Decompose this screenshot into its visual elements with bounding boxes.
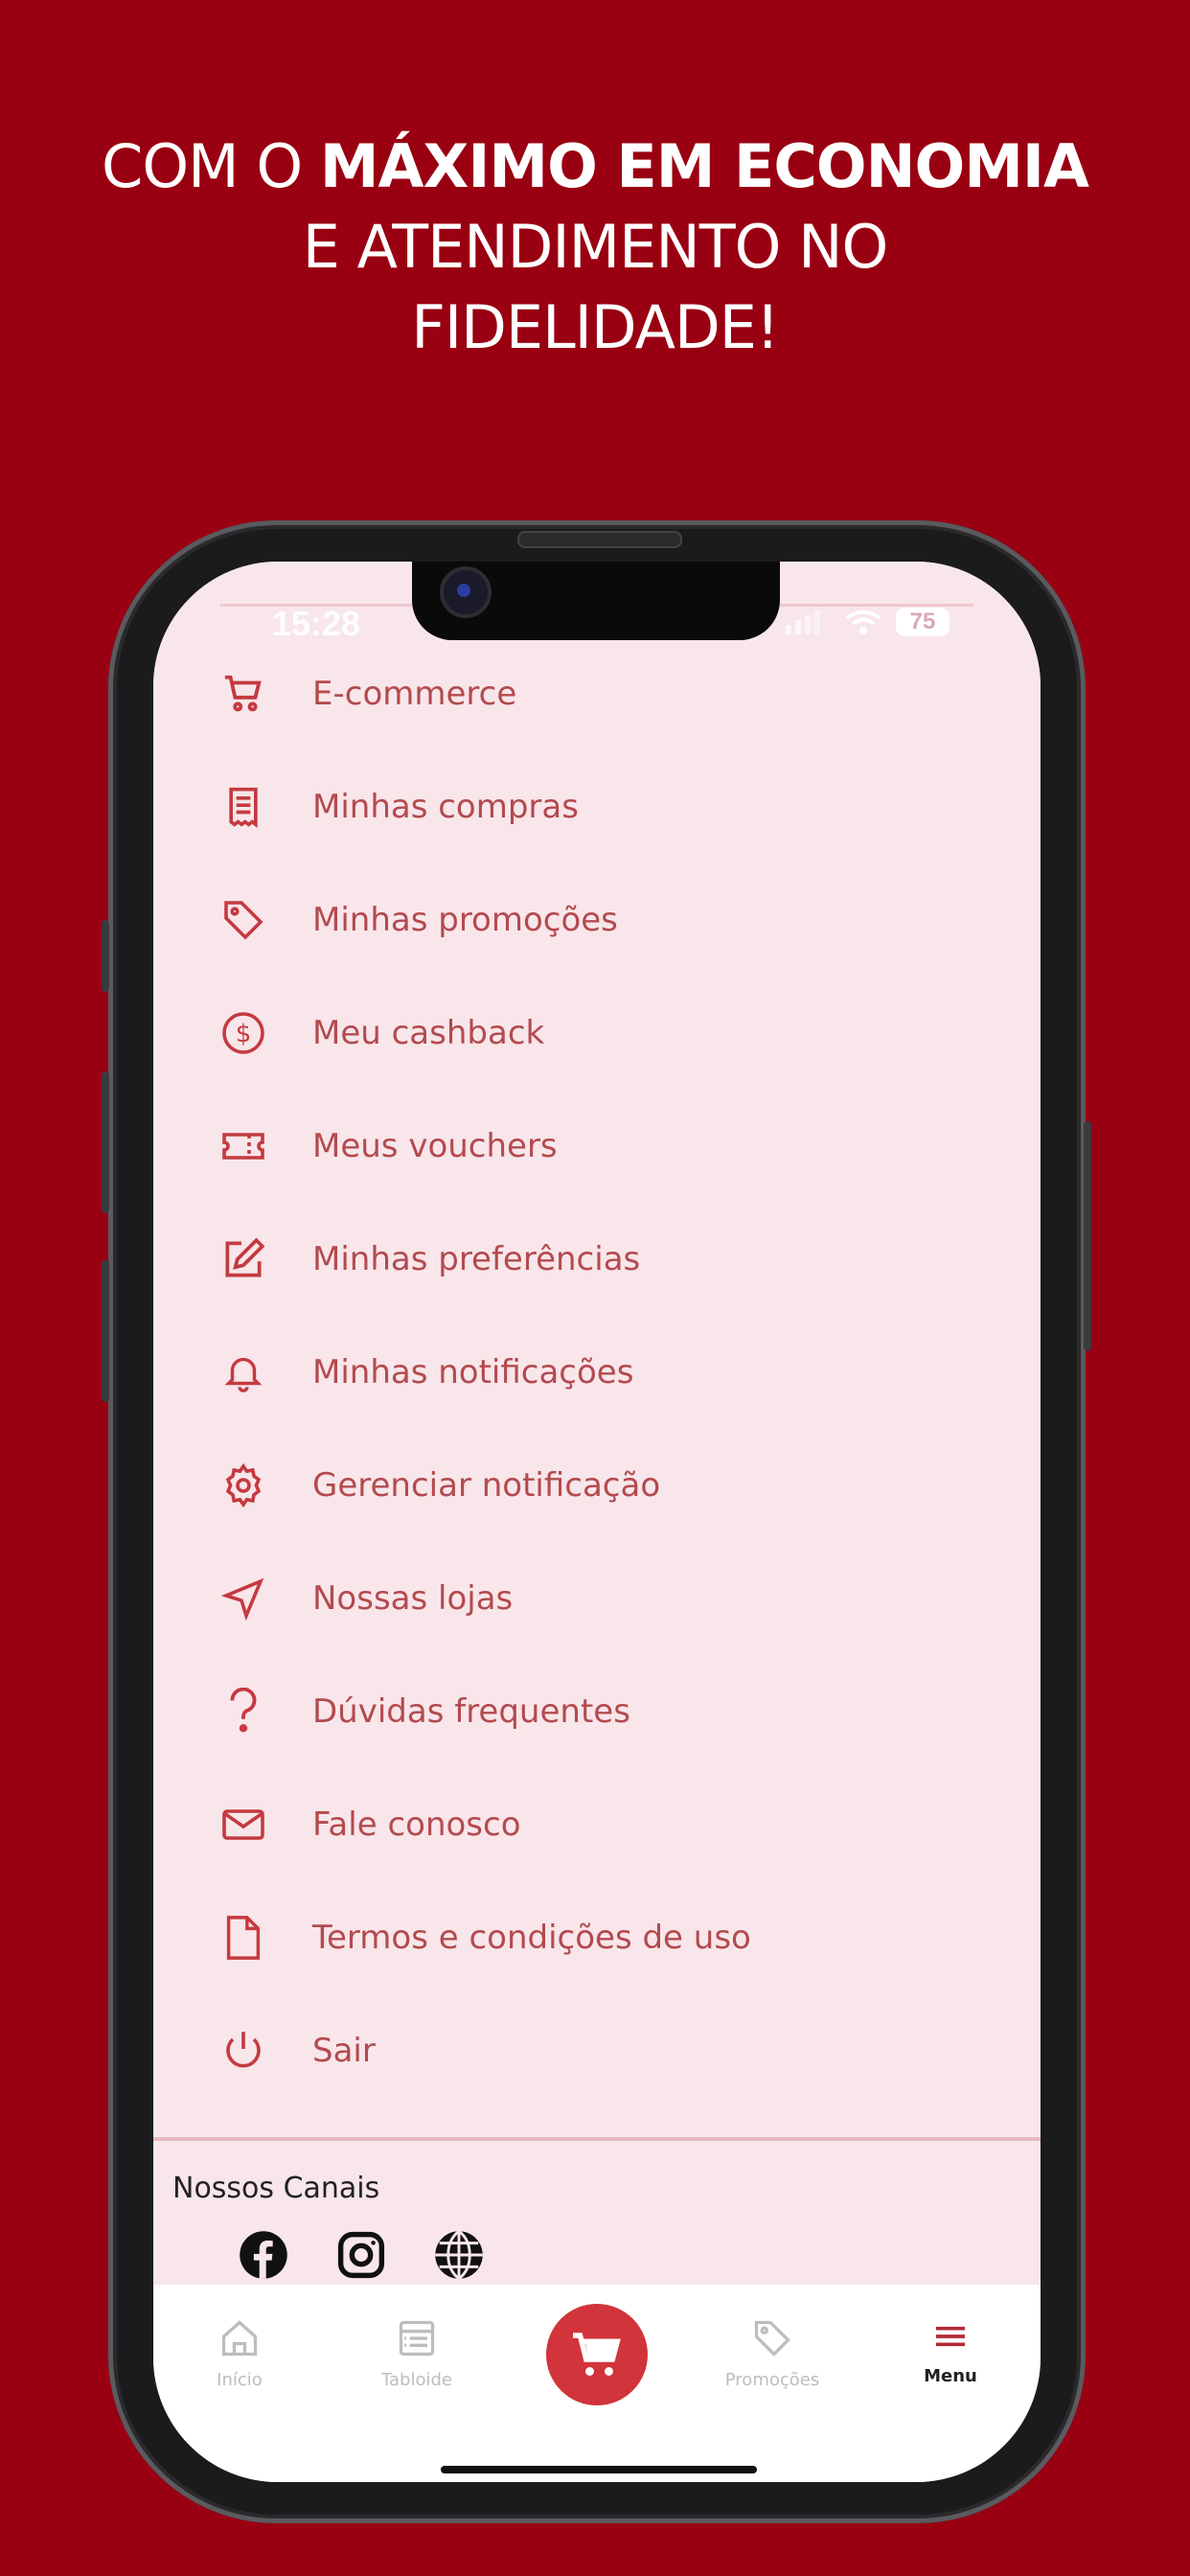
- menu-item-label: Dúvidas frequentes: [312, 1692, 630, 1731]
- menu-item-meus-vouchers[interactable]: Meus vouchers: [153, 1090, 1041, 1203]
- tag-icon: [218, 895, 268, 945]
- channels-title: Nossos Canais: [172, 2172, 380, 2205]
- menu-item-label: Fale conosco: [312, 1806, 521, 1844]
- phone-volume-up: [102, 1071, 109, 1213]
- menu-item-label: Minhas promoções: [312, 901, 618, 939]
- phone-volume-down: [102, 1260, 109, 1402]
- edit-icon: [218, 1234, 268, 1284]
- cart-fab-button[interactable]: [546, 2304, 648, 2405]
- headline-line1-normal: COM O: [102, 131, 320, 201]
- question-icon: [218, 1687, 268, 1736]
- headline-line1-bold: MÁXIMO EM ECONOMIA: [319, 131, 1089, 201]
- menu-item-label: Meus vouchers: [312, 1127, 558, 1165]
- menu-item-label: Sair: [312, 2032, 376, 2070]
- bell-icon: [218, 1347, 268, 1397]
- cart-icon: [218, 669, 268, 719]
- menu-item-minhas-promocoes[interactable]: Minhas promoções: [153, 863, 1041, 977]
- headline-line2: E ATENDIMENTO NO: [302, 212, 889, 282]
- ticket-icon: [218, 1121, 268, 1171]
- newspaper-icon: [399, 2320, 435, 2357]
- menu-item-label: Meu cashback: [312, 1014, 545, 1052]
- phone-power-button: [1084, 1121, 1091, 1351]
- svg-text:$: $: [236, 1020, 252, 1048]
- menu-item-duvidas-frequentes[interactable]: Dúvidas frequentes: [153, 1655, 1041, 1768]
- nav-item-promocoes[interactable]: Promoções: [696, 2317, 849, 2390]
- navigation-icon: [218, 1574, 268, 1623]
- promo-headline: COM O MÁXIMO EM ECONOMIA E ATENDIMENTO N…: [0, 126, 1190, 368]
- menu-item-label: Nossas lojas: [312, 1579, 514, 1618]
- menu-item-label: Minhas notificações: [312, 1353, 634, 1392]
- menu-item-minhas-preferencias[interactable]: Minhas preferências: [153, 1203, 1041, 1316]
- nav-item-tabloide[interactable]: Tabloide: [340, 2317, 493, 2390]
- menu-item-fale-conosco[interactable]: Fale conosco: [153, 1768, 1041, 1881]
- power-icon: [218, 2026, 268, 2076]
- tag-icon: [754, 2320, 790, 2357]
- gear-icon: [218, 1460, 268, 1510]
- facebook-icon[interactable]: [238, 2229, 289, 2281]
- phone-silent-switch: [102, 920, 109, 992]
- menu-item-minhas-notificacoes[interactable]: Minhas notificações: [153, 1316, 1041, 1429]
- menu-item-nossas-lojas[interactable]: Nossas lojas: [153, 1542, 1041, 1655]
- receipt-icon: [218, 782, 268, 832]
- home-icon: [221, 2320, 258, 2357]
- menu-item-label: E-commerce: [312, 675, 517, 713]
- channels-divider: [153, 2137, 1041, 2141]
- menu-item-label: Gerenciar notificação: [312, 1466, 661, 1505]
- bottom-navigation: Início Tabloide Promoções Menu: [153, 2285, 1041, 2482]
- dollar-circle-icon: $: [218, 1008, 268, 1058]
- menu-screen: 15:28 75 E-commerce Minhas compras Minha…: [153, 562, 1041, 2285]
- nav-label: Tabloide: [381, 2370, 452, 2390]
- menu-item-sair[interactable]: Sair: [153, 1994, 1041, 2107]
- globe-icon[interactable]: [433, 2229, 485, 2281]
- menu-item-meu-cashback[interactable]: $ Meu cashback: [153, 977, 1041, 1090]
- battery-indicator: 75: [896, 608, 950, 636]
- menu-item-label: Termos e condições de uso: [312, 1919, 751, 1957]
- menu-item-gerenciar-notificacao[interactable]: Gerenciar notificação: [153, 1429, 1041, 1542]
- nav-item-menu[interactable]: Menu: [874, 2317, 1027, 2386]
- nav-item-inicio[interactable]: Início: [163, 2317, 316, 2390]
- nav-label: Menu: [924, 2366, 977, 2386]
- wifi-icon: [845, 610, 881, 634]
- phone-screen: 15:28 75 E-commerce Minhas compras Minha…: [153, 562, 1041, 2482]
- hamburger-icon: [936, 2326, 965, 2347]
- headline-line3: FIDELIDADE!: [411, 292, 780, 362]
- nav-label: Promoções: [724, 2370, 820, 2390]
- menu-item-label: Minhas preferências: [312, 1240, 641, 1278]
- menu-item-termos[interactable]: Termos e condições de uso: [153, 1881, 1041, 1994]
- cart-icon: [573, 2333, 621, 2376]
- mail-icon: [218, 1800, 268, 1850]
- menu-item-label: Minhas compras: [312, 788, 579, 826]
- document-icon: [218, 1913, 268, 1963]
- menu-item-ecommerce[interactable]: E-commerce: [153, 637, 1041, 750]
- instagram-icon[interactable]: [335, 2229, 387, 2281]
- nav-label: Início: [217, 2370, 263, 2390]
- home-indicator[interactable]: [441, 2466, 757, 2473]
- front-camera: [440, 566, 492, 618]
- phone-speaker: [517, 531, 682, 548]
- menu-item-minhas-compras[interactable]: Minhas compras: [153, 750, 1041, 863]
- signal-icon: [786, 610, 820, 634]
